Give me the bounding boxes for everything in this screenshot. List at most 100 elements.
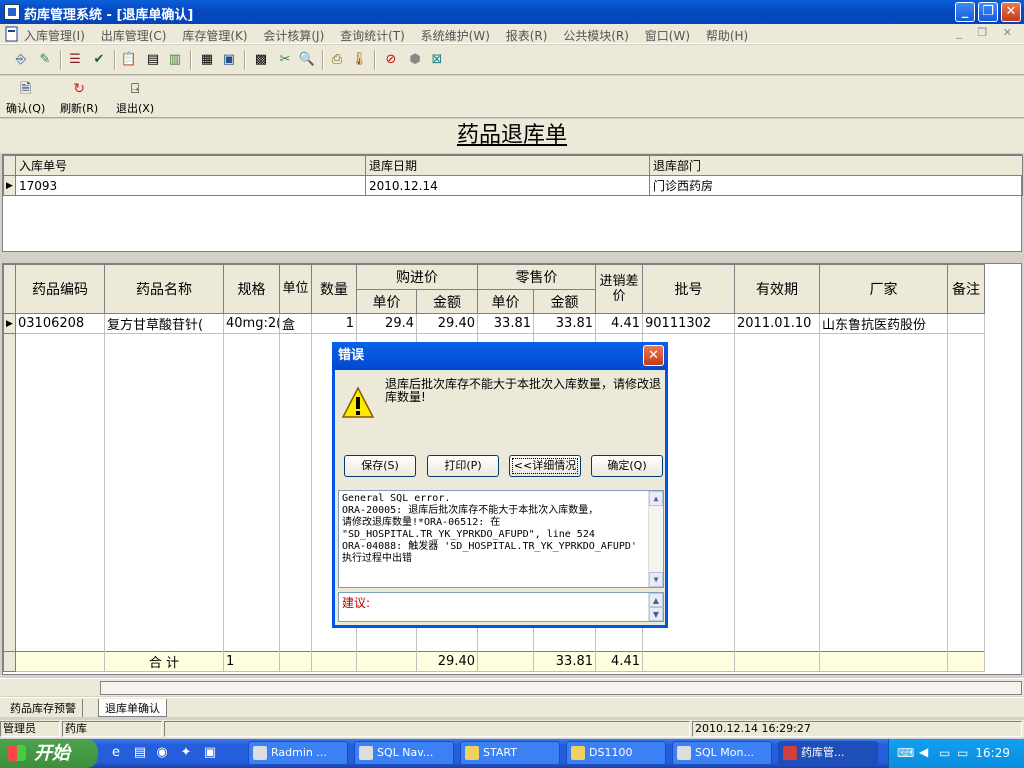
ie-icon[interactable]: e: [108, 745, 124, 761]
table-icon[interactable]: ▣: [220, 51, 238, 69]
tab-return-confirm[interactable]: 退库单确认: [98, 699, 167, 717]
menu-item-reports[interactable]: 报表(R): [506, 29, 548, 43]
column-header-spec[interactable]: 规格: [223, 264, 280, 314]
cell-qty[interactable]: 1: [311, 313, 357, 334]
column-header-retail-price[interactable]: 单价: [477, 289, 534, 314]
cell-spec[interactable]: 40mg:2(: [223, 313, 280, 334]
suggestion-scrollbar[interactable]: ▲ ▼: [648, 593, 663, 621]
task-start-folder[interactable]: START: [460, 741, 560, 765]
tools-icon[interactable]: ✂: [276, 51, 294, 69]
scroll-up-icon[interactable]: ▲: [649, 491, 663, 506]
ok-button[interactable]: 确定(Q): [591, 455, 663, 477]
refresh-button[interactable]: ↻ 刷新(R): [60, 80, 98, 116]
network-icon[interactable]: ▭: [957, 746, 968, 760]
cell-return-date[interactable]: 2010.12.14: [365, 175, 650, 196]
desktop-icon[interactable]: ▣: [202, 745, 218, 761]
cell-purchase-amount[interactable]: 29.40: [416, 313, 478, 334]
column-header-return-date[interactable]: 退库日期: [365, 155, 650, 176]
column-header-note[interactable]: 备注: [947, 264, 985, 314]
explorer-icon[interactable]: ◉: [154, 745, 170, 761]
notepad-icon[interactable]: ▤: [132, 745, 148, 761]
clipboard-icon[interactable]: 📋: [120, 51, 138, 69]
search-icon[interactable]: 🔍: [298, 51, 316, 69]
tray-arrow-icon[interactable]: ◀: [919, 745, 928, 759]
menu-item-inbound[interactable]: 入库管理(I): [24, 29, 85, 43]
menu-item-inventory[interactable]: 库存管理(K): [182, 29, 247, 43]
network-icon[interactable]: ▭: [939, 746, 950, 760]
notes-icon[interactable]: ▥: [166, 51, 184, 69]
column-header-maker[interactable]: 厂家: [819, 264, 948, 314]
task-ds1100[interactable]: DS1100: [566, 741, 666, 765]
scroll-down-icon[interactable]: ▼: [649, 572, 663, 587]
report-icon[interactable]: ▦: [198, 51, 216, 69]
menu-item-help[interactable]: 帮助(H): [706, 29, 748, 43]
cell-unit[interactable]: 盒: [279, 313, 312, 334]
column-header-purchase-price[interactable]: 单价: [356, 289, 417, 314]
cell-batch[interactable]: 90111302: [642, 313, 735, 334]
printer-icon[interactable]: ⎙: [328, 51, 346, 69]
horizontal-scrollbar[interactable]: [0, 678, 1024, 696]
cell-name[interactable]: 复方甘草酸苷针(: [104, 313, 224, 334]
save-button[interactable]: 保存(S): [344, 455, 416, 477]
column-header-expiry[interactable]: 有效期: [734, 264, 820, 314]
task-sql-monitor[interactable]: SQL Mon...: [672, 741, 772, 765]
task-radmin[interactable]: Radmin ...: [248, 741, 348, 765]
column-header-code[interactable]: 药品编码: [15, 264, 105, 314]
cell-note[interactable]: [947, 313, 985, 334]
error-details-textarea[interactable]: General SQL error. ORA-20005: 退库后批次库存不能大…: [338, 490, 664, 588]
column-header-inbound-no[interactable]: 入库单号: [15, 155, 366, 176]
column-header-unit[interactable]: 单位: [279, 264, 312, 314]
exit-icon[interactable]: ⎆: [12, 51, 30, 69]
cell-maker[interactable]: 山东鲁抗医药股份: [819, 313, 948, 334]
details-button[interactable]: <<详细情况: [509, 455, 581, 477]
column-header-return-dept[interactable]: 退库部门: [649, 155, 1023, 176]
menu-item-window[interactable]: 窗口(W): [645, 29, 690, 43]
task-pharmacy-app[interactable]: 药库管...: [778, 741, 878, 765]
column-header-qty[interactable]: 数量: [311, 264, 357, 314]
print-button[interactable]: 打印(P): [427, 455, 499, 477]
column-header-name[interactable]: 药品名称: [104, 264, 224, 314]
restore-button[interactable]: ❐: [978, 2, 998, 22]
menu-item-accounting[interactable]: 会计核算(J): [263, 29, 324, 43]
suggestion-textarea[interactable]: 建议: ▲ ▼: [338, 592, 664, 622]
column-header-retail-amount[interactable]: 金额: [533, 289, 596, 314]
cell-diff[interactable]: 4.41: [595, 313, 643, 334]
exit-button[interactable]: ⍈ 退出(X): [116, 80, 154, 116]
keyboard-icon[interactable]: ⌨: [897, 746, 914, 760]
tab-stock-warning[interactable]: 药品库存预警: [4, 699, 83, 717]
table-row[interactable]: ▶ 17093 2010.12.14 门诊西药房: [3, 175, 1023, 196]
dialog-close-button[interactable]: ✕: [643, 345, 664, 366]
column-header-batch[interactable]: 批号: [642, 264, 735, 314]
cell-inbound-no[interactable]: 17093: [15, 175, 366, 196]
menu-item-outbound[interactable]: 出库管理(C): [101, 29, 167, 43]
table-row[interactable]: ▶ 03106208 复方甘草酸苷针( 40mg:2( 盒 1 29.4 29.…: [3, 313, 985, 334]
gem-icon[interactable]: ⬢: [406, 51, 424, 69]
menu-item-maintenance[interactable]: 系统维护(W): [421, 29, 490, 43]
cell-code[interactable]: 03106208: [15, 313, 105, 334]
calculator-icon[interactable]: ▩: [252, 51, 270, 69]
minimize-button[interactable]: _: [955, 2, 975, 22]
list-icon[interactable]: ☰: [66, 51, 84, 69]
column-header-purchase[interactable]: 购进价: [356, 264, 478, 290]
start-button[interactable]: 开始: [0, 739, 98, 768]
scroll-up-icon[interactable]: ▲: [649, 593, 663, 607]
mdi-controls[interactable]: _ ❐ ✕: [956, 26, 1018, 39]
check-icon[interactable]: ✔: [90, 51, 108, 69]
task-sql-nav[interactable]: SQL Nav...: [354, 741, 454, 765]
cell-retail-price[interactable]: 33.81: [477, 313, 534, 334]
menu-item-common[interactable]: 公共模块(R): [563, 29, 629, 43]
cell-retail-amount[interactable]: 33.81: [533, 313, 596, 334]
column-header-retail[interactable]: 零售价: [477, 264, 596, 290]
confirm-button[interactable]: 🗎 确认(Q): [6, 80, 45, 116]
cell-expiry[interactable]: 2011.01.10: [734, 313, 820, 334]
settings-icon[interactable]: ⊠: [428, 51, 446, 69]
stop-icon[interactable]: ⊘: [382, 51, 400, 69]
scroll-down-icon[interactable]: ▼: [649, 607, 663, 621]
column-header-diff[interactable]: 进销差价: [595, 264, 643, 314]
tool-icon[interactable]: ✦: [178, 745, 194, 761]
cell-return-dept[interactable]: 门诊西药房: [649, 175, 1023, 196]
column-header-purchase-amount[interactable]: 金额: [416, 289, 478, 314]
cell-purchase-price[interactable]: 29.4: [356, 313, 417, 334]
error-details-scrollbar[interactable]: ▲ ▼: [648, 491, 663, 587]
form-icon[interactable]: ▤: [144, 51, 162, 69]
